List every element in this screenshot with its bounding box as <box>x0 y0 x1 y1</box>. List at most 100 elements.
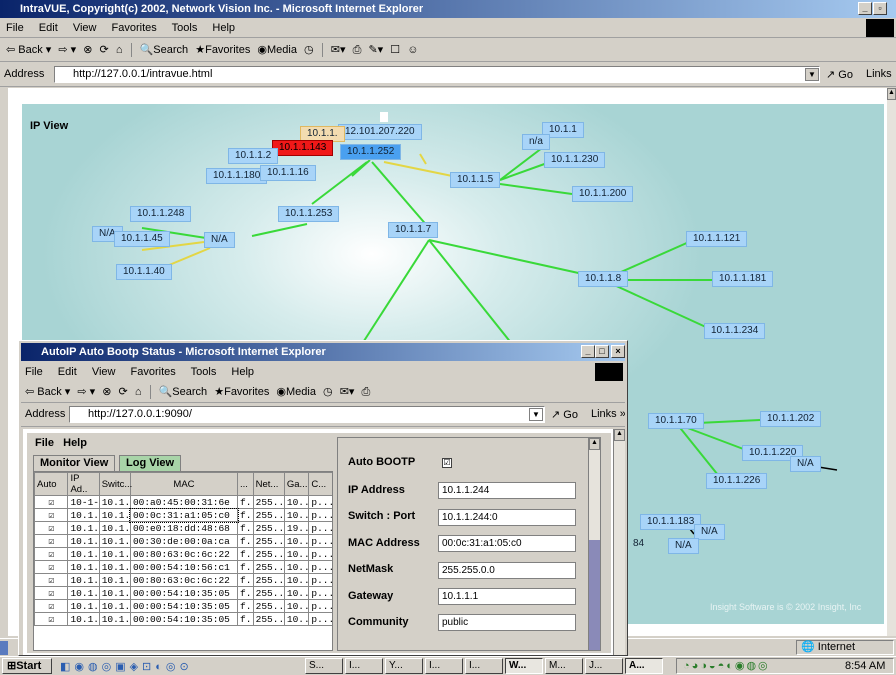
node-n32[interactable]: 84 <box>626 536 651 552</box>
node-n22[interactable]: 10.1.1.181 <box>712 271 774 287</box>
node-n17[interactable]: N/A <box>204 232 235 248</box>
history-icon[interactable]: ◷ <box>304 38 314 61</box>
popup-home-icon[interactable]: ⌂ <box>135 381 142 402</box>
popup-maximize-button[interactable]: □ <box>595 345 609 358</box>
node-n4[interactable]: 10.1.1.252 <box>340 144 402 160</box>
media-button[interactable]: ◉Media <box>257 38 297 61</box>
applet-menu-help[interactable]: Help <box>63 437 87 449</box>
details-scroll-thumb[interactable] <box>589 540 600 650</box>
auto-bootp-checkbox[interactable]: ☑ <box>442 458 452 468</box>
popup-go-button[interactable]: ↗ Go <box>551 408 578 421</box>
menu-view[interactable]: View <box>73 22 97 34</box>
row-checkbox[interactable]: ☑ <box>34 521 69 535</box>
popup-close-button[interactable]: × <box>611 345 625 358</box>
popup-address-input[interactable]: http://127.0.0.1:9090/ <box>69 406 545 423</box>
popup-history-icon[interactable]: ◷ <box>323 381 333 402</box>
node-n11[interactable]: 10.1.1.5 <box>450 172 501 188</box>
popup-media-button[interactable]: ◉Media <box>276 381 316 402</box>
row-checkbox[interactable]: ☑ <box>34 508 69 522</box>
row-checkbox[interactable]: ☑ <box>34 495 69 509</box>
task-button[interactable]: S... <box>305 658 343 674</box>
mac-address-field[interactable]: 00:0c:31:a1:05:c0 <box>438 535 576 552</box>
task-button[interactable]: J... <box>585 658 623 674</box>
popup-menu-tools[interactable]: Tools <box>191 366 217 378</box>
maximize-button[interactable]: ▫ <box>873 2 887 15</box>
table-row[interactable]: ☑10.1....10.1....00:00:54:10:35:05f...25… <box>34 586 332 600</box>
node-n23[interactable]: 10.1.1.234 <box>704 323 766 339</box>
task-button[interactable]: A... <box>625 658 663 674</box>
menu-edit[interactable]: Edit <box>39 22 58 34</box>
task-button[interactable]: I... <box>425 658 463 674</box>
node-n6[interactable]: 10.1.1.180 <box>206 168 268 184</box>
col-community[interactable]: C... <box>308 472 332 496</box>
tray-icons[interactable]: ◔◕◑◒◓◐◉◍◎ <box>683 659 770 672</box>
popup-favorites-button[interactable]: ★Favorites <box>214 381 269 402</box>
applet-menu-file[interactable]: File <box>35 437 54 449</box>
address-dropdown-button[interactable]: ▼ <box>805 68 819 81</box>
device-table[interactable]: Auto IP Ad.. Switc... MAC ... Net... Ga.… <box>33 471 333 651</box>
popup-print-icon[interactable]: ⎙ <box>362 381 371 402</box>
popup-scrollbar[interactable]: ▲ <box>613 429 625 655</box>
popup-search-button[interactable]: 🔍Search <box>159 381 208 402</box>
node-n7[interactable]: 10.1.1.16 <box>260 165 316 181</box>
table-row[interactable]: ☑10.1....10.1....00:30:de:00:0a:caf...25… <box>34 534 332 548</box>
col-net[interactable]: Net... <box>252 472 285 496</box>
menu-help[interactable]: Help <box>212 22 235 34</box>
node-n24[interactable]: 10.1.1.70 <box>648 413 704 429</box>
col-ip[interactable]: IP Ad.. <box>67 472 100 496</box>
edit-icon[interactable]: ✎▾ <box>368 38 383 61</box>
col-auto[interactable]: Auto <box>34 472 69 496</box>
node-n28[interactable]: 10.1.1.226 <box>706 473 768 489</box>
tab-log-view[interactable]: Log View <box>119 455 182 471</box>
popup-window[interactable]: AutoIP Auto Bootp Status - Microsoft Int… <box>18 340 628 656</box>
row-checkbox[interactable]: ☑ <box>34 547 69 561</box>
tab-monitor-view[interactable]: Monitor View <box>33 455 116 471</box>
node-n16[interactable]: 10.1.1.45 <box>114 231 170 247</box>
node-n31[interactable]: N/A <box>668 538 699 554</box>
col-mac[interactable]: MAC <box>129 472 239 496</box>
address-input[interactable]: http://127.0.0.1/intravue.html <box>54 66 820 83</box>
table-row[interactable]: ☑10.1....10.1....00:e0:18:dd:48:68f...25… <box>34 521 332 535</box>
node-n5[interactable]: 10.1.1.2 <box>228 148 279 164</box>
go-button[interactable]: ↗ Go <box>826 68 853 81</box>
task-button[interactable]: I... <box>345 658 383 674</box>
node-n14[interactable]: 10.1.1.253 <box>278 206 340 222</box>
refresh-icon[interactable]: ⟳ <box>100 38 109 61</box>
back-button[interactable]: ⇦ Back ▾ <box>6 38 51 61</box>
node-n18[interactable]: 10.1.1.7 <box>388 222 439 238</box>
print-icon[interactable]: ⎙ <box>353 38 362 61</box>
ip-address-field[interactable]: 10.1.1.244 <box>438 482 576 499</box>
task-button[interactable]: I... <box>465 658 503 674</box>
discuss-icon[interactable]: ☐ <box>390 38 400 61</box>
col-gateway[interactable]: Ga... <box>283 472 310 496</box>
node-n25[interactable]: 10.1.1.202 <box>760 411 822 427</box>
mail-icon[interactable]: ✉▾ <box>331 38 346 61</box>
node-n27[interactable]: N/A <box>790 456 821 472</box>
col-switch[interactable]: Switc... <box>98 472 132 496</box>
popup-menu-file[interactable]: File <box>25 366 43 378</box>
table-row[interactable]: ☑10.1....10.1....00:00:54:10:35:05f...25… <box>34 612 332 626</box>
popup-forward-button[interactable]: ⇨ ▾ <box>77 381 95 402</box>
row-checkbox[interactable]: ☑ <box>34 612 69 626</box>
menu-tools[interactable]: Tools <box>172 22 198 34</box>
table-row[interactable]: ☑10.1....10.1....00:00:54:10:35:05f...25… <box>34 599 332 613</box>
main-title-bar[interactable]: IntraVUE, Copyright(c) 2002, Network Vis… <box>0 0 896 18</box>
minimize-button[interactable]: _ <box>858 2 872 15</box>
node-n20[interactable]: 10.1.1.121 <box>686 231 748 247</box>
popup-title-bar[interactable]: AutoIP Auto Bootp Status - Microsoft Int… <box>21 343 625 361</box>
quick-launch[interactable]: ◧◉◍◎▣◈⊡◐◎⊙ <box>60 660 193 673</box>
popup-menu-help[interactable]: Help <box>231 366 254 378</box>
stop-icon[interactable]: ⊗ <box>83 38 92 61</box>
details-scrollbar[interactable]: ▲ <box>588 438 600 650</box>
search-button[interactable]: 🔍Search <box>140 38 189 61</box>
row-checkbox[interactable]: ☑ <box>34 586 69 600</box>
favorites-button[interactable]: ★Favorites <box>195 38 250 61</box>
popup-menu-view[interactable]: View <box>92 366 116 378</box>
menu-favorites[interactable]: Favorites <box>112 22 157 34</box>
start-button[interactable]: ⊞Start <box>2 658 52 674</box>
popup-back-button[interactable]: ⇦ Back ▾ <box>25 381 70 402</box>
table-row[interactable]: ☑10.1....10.1....00:0c:31:a1:05:c0f...25… <box>34 507 332 523</box>
task-button[interactable]: M... <box>545 658 583 674</box>
row-checkbox[interactable]: ☑ <box>34 560 69 574</box>
popup-stop-icon[interactable]: ⊗ <box>102 381 111 402</box>
